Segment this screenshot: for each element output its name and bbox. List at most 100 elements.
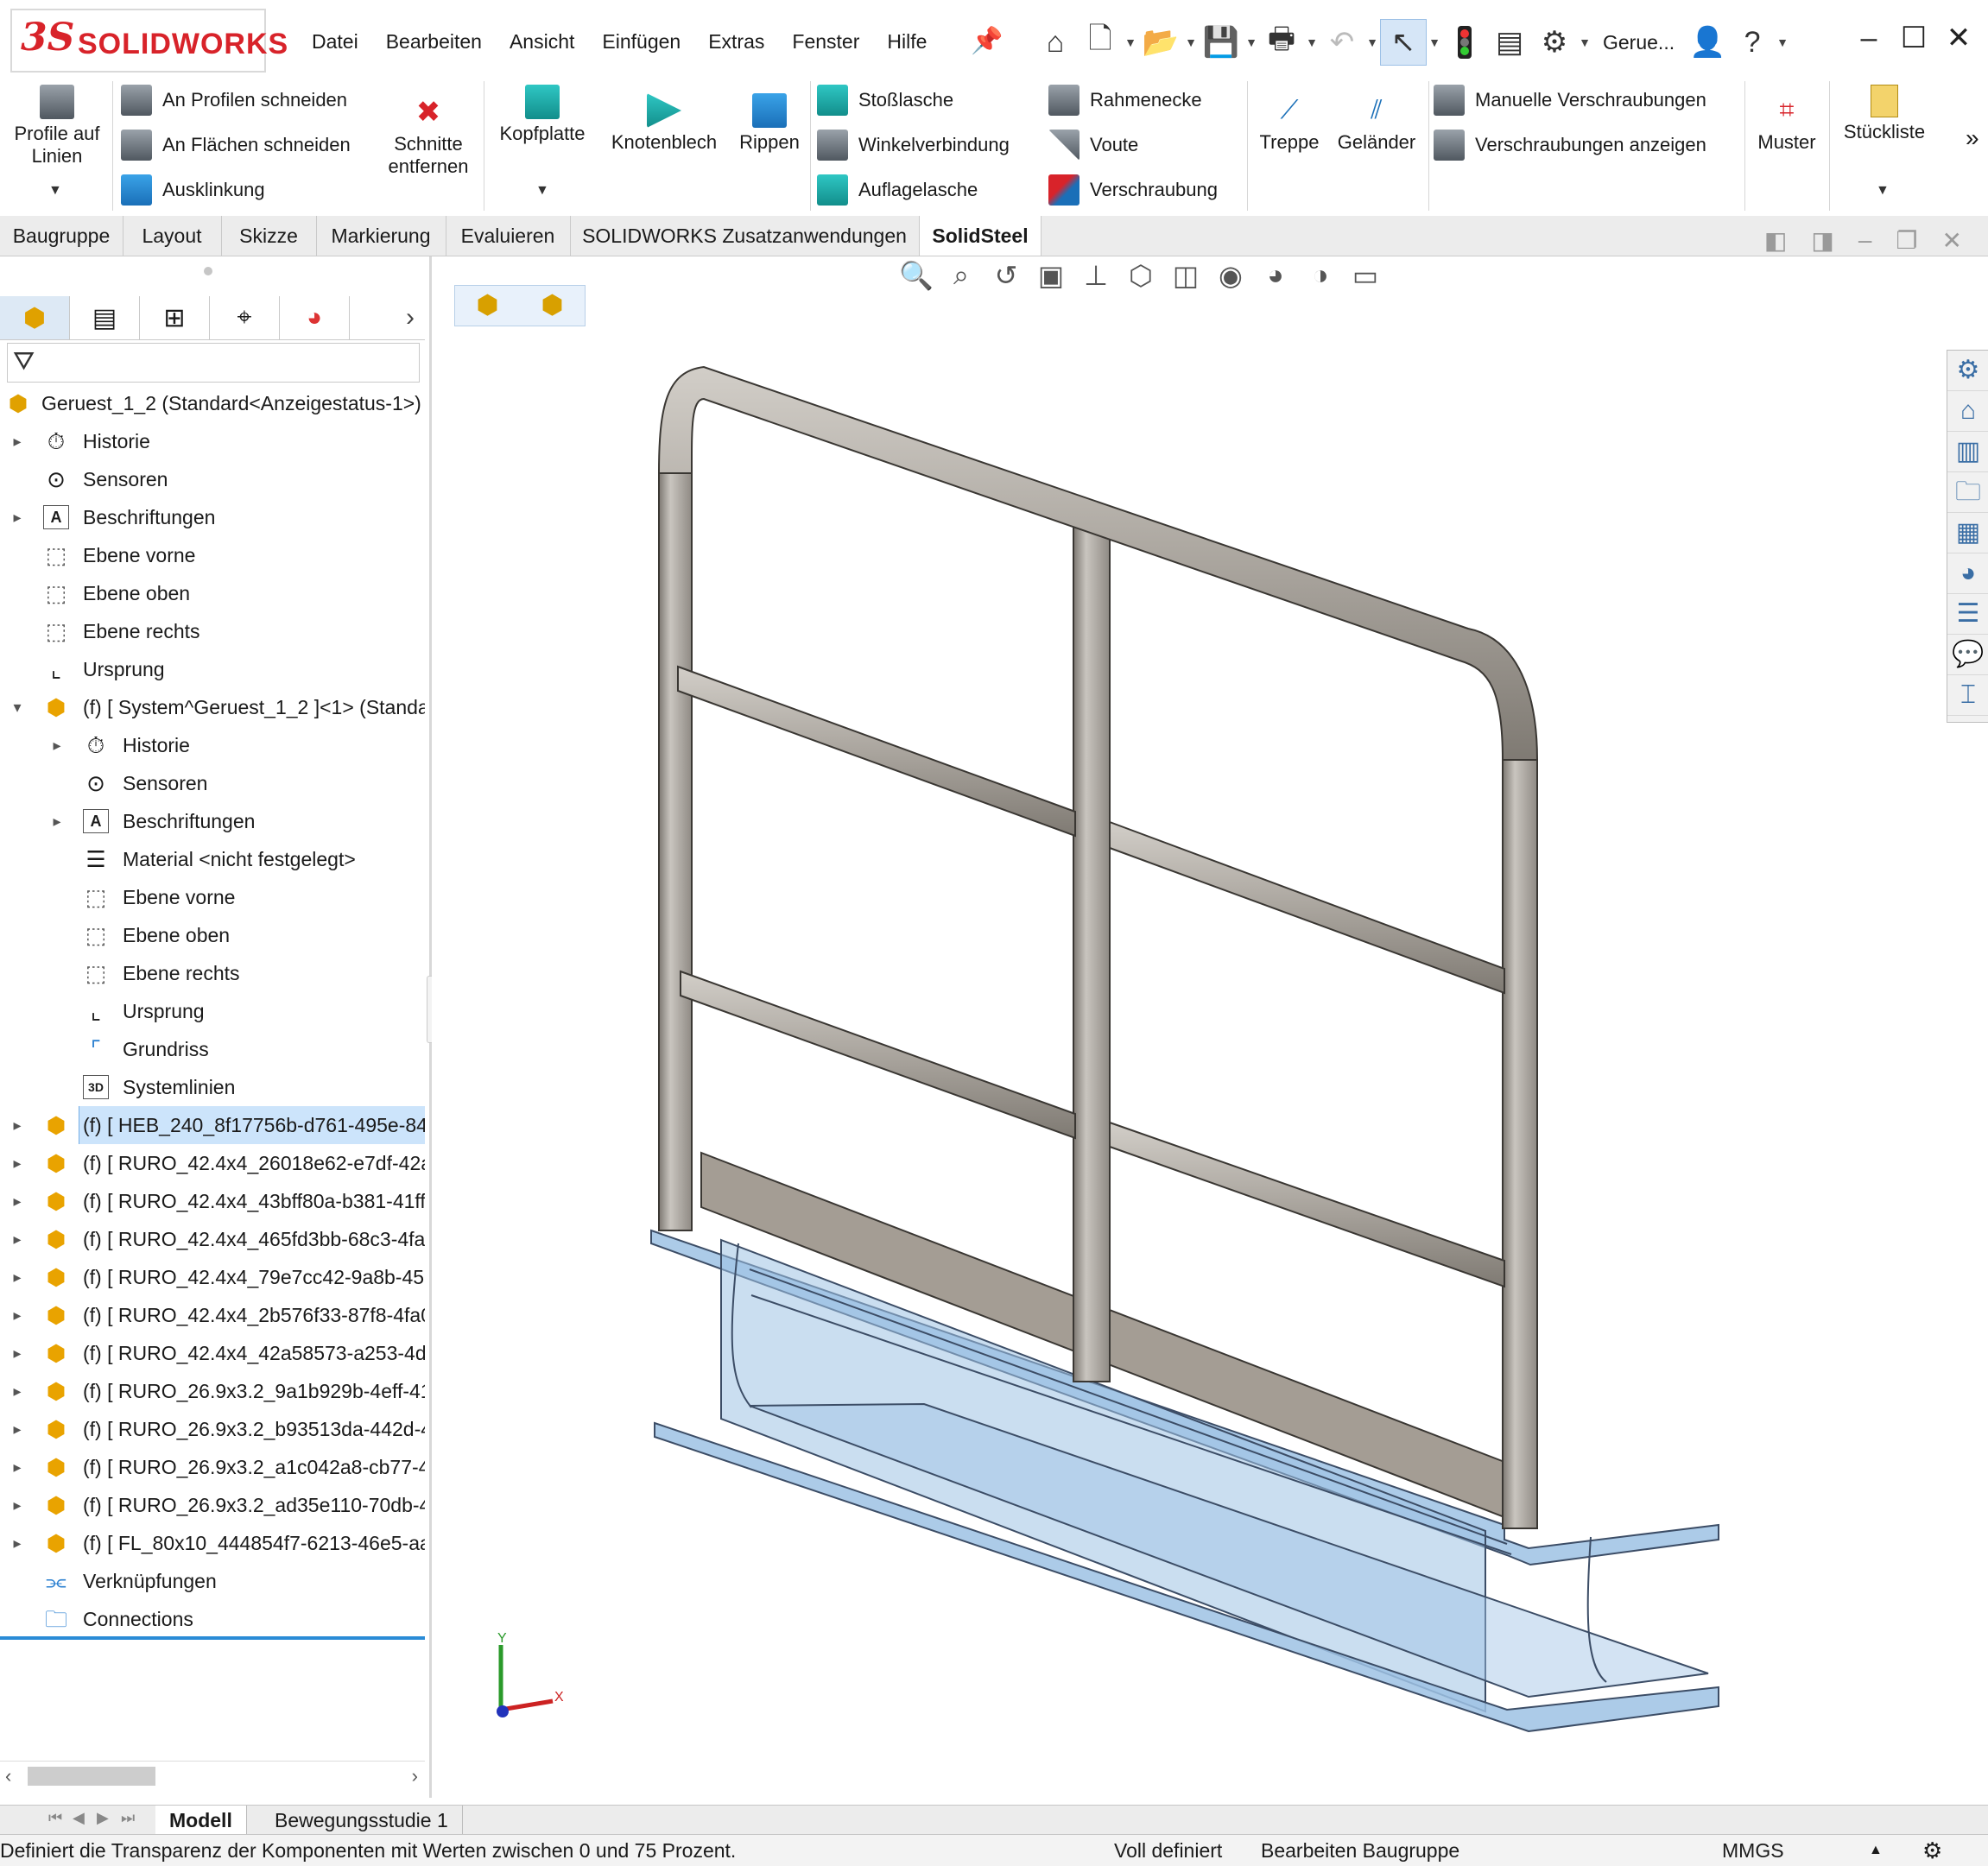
- verschraubungen-anzeigen-button[interactable]: Verschraubungen anzeigen: [1434, 128, 1706, 162]
- treppe-button[interactable]: ⟋ Treppe: [1250, 93, 1328, 154]
- expand-arrow-icon[interactable]: ▸: [9, 1334, 26, 1372]
- tree-item[interactable]: ⌜ Grundriss: [0, 1030, 425, 1068]
- options-gear-icon[interactable]: ⚙: [1532, 20, 1577, 65]
- tab-baugruppe[interactable]: Baugruppe: [0, 216, 123, 256]
- assembly-config-icon[interactable]: ⬢: [455, 286, 520, 326]
- stueckliste-dropdown-icon[interactable]: ▼: [1876, 183, 1890, 199]
- dynamic-annotation-icon[interactable]: ⊥: [1078, 259, 1114, 292]
- tree-item[interactable]: ▸ A Beschriftungen: [0, 802, 425, 840]
- voute-button[interactable]: Voute: [1048, 128, 1138, 162]
- display-style-icon[interactable]: ◫: [1168, 259, 1204, 292]
- solidworks-logo[interactable]: 3S SOLIDWORKS: [10, 9, 288, 73]
- expand-arrow-icon[interactable]: ▸: [9, 1258, 26, 1296]
- expand-arrow-icon[interactable]: ▸: [9, 422, 26, 460]
- chat-icon[interactable]: 💬: [1947, 635, 1988, 675]
- tree-item[interactable]: ☰ Material <nicht festgelegt>: [0, 840, 425, 878]
- configurationmanager-icon[interactable]: ⊞: [140, 296, 210, 339]
- tab-evaluieren[interactable]: Evaluieren: [446, 216, 571, 256]
- zoom-to-area-icon[interactable]: ⌕: [943, 259, 979, 292]
- featuremanager-tree-icon[interactable]: ⬢: [0, 296, 70, 339]
- knotenblech-button[interactable]: Knotenblech: [599, 93, 729, 154]
- expand-arrow-icon[interactable]: ▸: [9, 1524, 26, 1562]
- part-config-icon[interactable]: ⬢: [520, 286, 585, 326]
- stueckliste-button[interactable]: Stückliste: [1833, 85, 1936, 143]
- tree-item[interactable]: ⬚ Ebene oben: [0, 916, 425, 954]
- tree-item[interactable]: ⊙ Sensoren: [0, 460, 425, 498]
- tree-item[interactable]: ⌞ Ursprung: [0, 650, 425, 688]
- help-icon[interactable]: ?: [1730, 20, 1775, 65]
- tree-item-subassembly[interactable]: ▾ ⬢ (f) [ System^Geruest_1_2 ]<1> (Stand…: [0, 688, 425, 726]
- expand-arrow-icon[interactable]: ▸: [9, 1410, 26, 1448]
- file-explorer-icon[interactable]: ▥: [1947, 432, 1988, 472]
- tree-item-component[interactable]: ▸ ⬢ (f) [ RURO_26.9x3.2_ad35e110-70db-4f: [0, 1486, 425, 1524]
- open-dropdown-icon[interactable]: ▼: [1183, 35, 1199, 49]
- manuelle-verschraubungen-button[interactable]: Manuelle Verschraubungen: [1434, 83, 1706, 117]
- menu-ansicht[interactable]: Ansicht: [496, 26, 588, 60]
- select-dropdown-icon[interactable]: ▼: [1427, 35, 1442, 49]
- kopfplatte-button[interactable]: Kopfplatte: [491, 85, 594, 145]
- new-document-icon[interactable]: 🗋: [1078, 20, 1123, 65]
- schnitte-entfernen-button[interactable]: ✖ Schnitte entfernen: [377, 95, 480, 178]
- tree-item-component[interactable]: ▸ ⬢ (f) [ RURO_26.9x3.2_a1c042a8-cb77-46: [0, 1448, 425, 1486]
- tree-item[interactable]: ⬚ Ebene rechts: [0, 612, 425, 650]
- tree-item-component[interactable]: ▸ ⬢ (f) [ RURO_42.4x4_79e7cc42-9a8b-45b: [0, 1258, 425, 1296]
- displaymanager-icon[interactable]: ◕: [280, 296, 350, 339]
- railing-3d-model[interactable]: [639, 354, 1744, 1770]
- tab-modell[interactable]: Modell: [155, 1806, 247, 1835]
- verschraubung-button[interactable]: Verschraubung: [1048, 173, 1218, 207]
- ausklinkung-button[interactable]: Ausklinkung: [121, 173, 265, 207]
- tree-item[interactable]: ⬚ Ebene vorne: [0, 536, 425, 574]
- custom-properties-icon[interactable]: ◕: [1947, 553, 1988, 594]
- apply-scene-icon[interactable]: ◑: [1302, 259, 1339, 292]
- view-orientation-icon[interactable]: ⬡: [1123, 259, 1159, 292]
- user-icon[interactable]: 👤: [1685, 20, 1730, 65]
- panel-grip[interactable]: [204, 267, 212, 275]
- tree-item[interactable]: ⬚ Ebene rechts: [0, 954, 425, 992]
- tree-item-component[interactable]: ▸ ⬢ (f) [ RURO_42.4x4_465fd3bb-68c3-4fa0: [0, 1220, 425, 1258]
- hide-show-items-icon[interactable]: ◉: [1212, 259, 1249, 292]
- open-icon[interactable]: 📂: [1138, 20, 1183, 65]
- tree-item[interactable]: 🗀 Connections: [0, 1600, 425, 1638]
- expand-arrow-icon[interactable]: ▸: [9, 1486, 26, 1524]
- tree-item-component-selected[interactable]: ▸ ⬢ (f) [ HEB_240_8f17756b-d761-495e-84e: [0, 1106, 425, 1144]
- profile-dropdown-icon[interactable]: ▼: [48, 183, 62, 199]
- undo-dropdown-icon[interactable]: ▼: [1364, 35, 1380, 49]
- doc-minimize-icon[interactable]: –: [1858, 226, 1872, 255]
- file-properties-icon[interactable]: ▤: [1487, 20, 1532, 65]
- tree-item[interactable]: 3D Systemlinien: [0, 1068, 425, 1106]
- tab-markierung[interactable]: Markierung: [316, 216, 446, 256]
- help-dropdown-icon[interactable]: ▼: [1775, 35, 1790, 49]
- tree-filter[interactable]: ⛛: [7, 343, 420, 383]
- profile-auf-linien-button[interactable]: Profile auf Linien: [5, 85, 109, 168]
- tree-item[interactable]: ▸ A Beschriftungen: [0, 498, 425, 536]
- doc-close-icon[interactable]: ✕: [1942, 226, 1962, 255]
- gelaender-button[interactable]: ⫽ Geländer: [1332, 93, 1421, 154]
- winkelverbindung-button[interactable]: Winkelverbindung: [817, 128, 1010, 162]
- units-selector[interactable]: MMGS: [1722, 1835, 1784, 1866]
- scroll-left-icon[interactable]: ‹: [5, 1762, 11, 1791]
- tree-item[interactable]: ⫘ Verknüpfungen: [0, 1562, 425, 1600]
- expand-arrow-icon[interactable]: ▸: [9, 1296, 26, 1334]
- tree-item-component[interactable]: ▸ ⬢ (f) [ RURO_26.9x3.2_b93513da-442d-43: [0, 1410, 425, 1448]
- tree-item-component[interactable]: ▸ ⬢ (f) [ RURO_26.9x3.2_9a1b929b-4eff-41…: [0, 1372, 425, 1410]
- view-palette-icon[interactable]: 🗀: [1947, 472, 1988, 513]
- pin-menu-icon[interactable]: 📌: [971, 26, 1003, 56]
- tab-layout[interactable]: Layout: [123, 216, 222, 256]
- rahmenecke-button[interactable]: Rahmenecke: [1048, 83, 1202, 117]
- tree-item-component[interactable]: ▸ ⬢ (f) [ FL_80x10_444854f7-6213-46e5-aa…: [0, 1524, 425, 1562]
- ribbon-more-icon[interactable]: »: [1966, 124, 1979, 152]
- expand-arrow-icon[interactable]: ▸: [9, 1144, 26, 1182]
- forum-icon[interactable]: ☰: [1947, 594, 1988, 635]
- tree-root[interactable]: ⬢ Geruest_1_2 (Standard<Anzeigestatus-1>…: [0, 384, 425, 422]
- design-library-icon[interactable]: ⌂: [1947, 391, 1988, 432]
- tree-item[interactable]: ⬚ Ebene vorne: [0, 878, 425, 916]
- print-dropdown-icon[interactable]: ▼: [1304, 35, 1320, 49]
- save-dropdown-icon[interactable]: ▼: [1244, 35, 1259, 49]
- tile-right-icon[interactable]: ◨: [1811, 226, 1833, 255]
- menu-hilfe[interactable]: Hilfe: [873, 26, 940, 60]
- muster-button[interactable]: ⌗ Muster: [1748, 93, 1826, 154]
- select-arrow-icon[interactable]: ↖: [1380, 19, 1427, 66]
- heb-beam[interactable]: [650, 1229, 1719, 1733]
- zoom-to-fit-icon[interactable]: 🔍: [898, 259, 934, 292]
- save-icon[interactable]: 💾: [1199, 20, 1244, 65]
